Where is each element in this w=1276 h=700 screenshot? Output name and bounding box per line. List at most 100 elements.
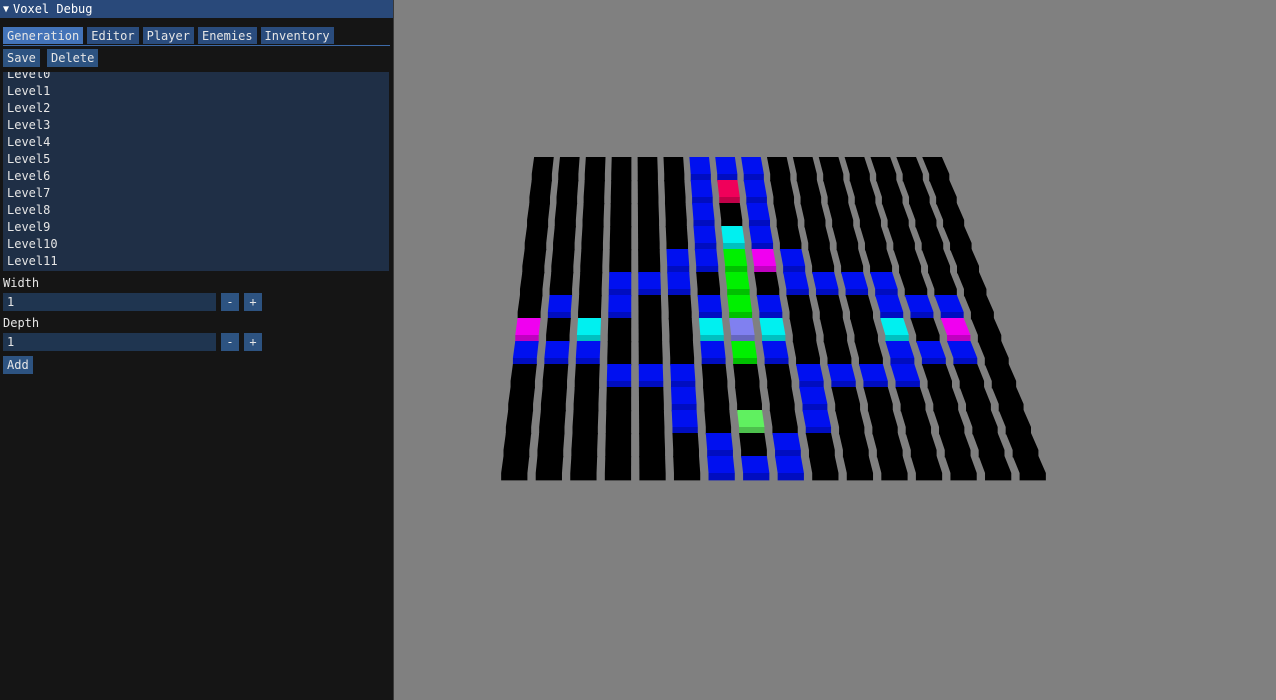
voxel-cube-11-12 bbox=[900, 410, 932, 427]
tab-editor[interactable]: Editor bbox=[87, 27, 139, 44]
voxel-cube-12-11 bbox=[872, 433, 903, 450]
level-item-9[interactable]: Level9 bbox=[3, 219, 389, 236]
collapse-triangle-icon[interactable]: ▼ bbox=[3, 4, 9, 15]
level-item-6[interactable]: Level6 bbox=[3, 168, 389, 185]
voxel-cube-2-5 bbox=[664, 203, 687, 220]
voxel-cube-0-5 bbox=[663, 157, 685, 174]
voxel-cube-1-8 bbox=[743, 180, 767, 197]
voxel-cube-13-15-front bbox=[1019, 473, 1046, 481]
voxel-cube-8-6 bbox=[700, 341, 726, 358]
voxel-cube-0-10 bbox=[792, 157, 817, 174]
voxel-cube-6-6 bbox=[697, 295, 722, 312]
voxel-cube-2-12 bbox=[854, 203, 881, 220]
voxel-cube-7-6 bbox=[698, 318, 724, 335]
voxel-cube-9-5 bbox=[670, 364, 696, 381]
add-button[interactable]: Add bbox=[3, 356, 33, 374]
voxel-cube-9-7 bbox=[733, 364, 760, 381]
level-item-8[interactable]: Level8 bbox=[3, 202, 389, 219]
voxel-cube-3-10 bbox=[804, 226, 830, 243]
voxel-cube-10-6 bbox=[703, 387, 730, 404]
voxel-cube-10-13 bbox=[927, 387, 959, 404]
tab-enemies[interactable]: Enemies bbox=[197, 27, 257, 44]
tab-inventory[interactable]: Inventory bbox=[260, 27, 334, 44]
depth-input[interactable]: 1 bbox=[3, 333, 216, 351]
level-item-2[interactable]: Level2 bbox=[3, 100, 389, 117]
voxel-cube-6-2 bbox=[578, 295, 602, 312]
delete-button[interactable]: Delete bbox=[47, 49, 99, 67]
voxel-cube-8-13 bbox=[916, 341, 946, 358]
voxel-cube-7-12 bbox=[880, 318, 909, 335]
voxel-cube-10-1 bbox=[540, 387, 568, 404]
voxel-cube-12-8 bbox=[772, 433, 801, 450]
voxel-cube-5-12 bbox=[870, 272, 898, 289]
voxel-cube-1-14 bbox=[902, 180, 930, 197]
depth-decrement-button[interactable]: - bbox=[221, 333, 239, 351]
voxel-cube-8-0 bbox=[512, 341, 539, 358]
panel-title: Voxel Debug bbox=[13, 2, 93, 16]
voxel-cube-6-1 bbox=[547, 295, 573, 312]
voxel-cube-5-7 bbox=[725, 272, 750, 289]
tab-player[interactable]: Player bbox=[142, 27, 194, 44]
voxel-grid-view[interactable] bbox=[395, 0, 1276, 700]
voxel-cube-2-15 bbox=[936, 203, 965, 220]
voxel-cube-13-5 bbox=[673, 456, 701, 473]
voxel-cube-12-5 bbox=[672, 433, 700, 450]
level-item-5[interactable]: Level5 bbox=[3, 151, 389, 168]
voxel-cube-0-12 bbox=[844, 157, 870, 174]
save-button[interactable]: Save bbox=[3, 49, 40, 67]
voxel-cube-2-13 bbox=[881, 203, 909, 220]
voxel-cube-5-5 bbox=[667, 272, 691, 289]
voxel-cube-11-0 bbox=[505, 410, 534, 427]
level-item-4[interactable]: Level4 bbox=[3, 134, 389, 151]
width-decrement-button[interactable]: - bbox=[221, 293, 239, 311]
voxel-cube-4-8 bbox=[751, 249, 777, 266]
level-item-7[interactable]: Level7 bbox=[3, 185, 389, 202]
voxel-cube-0-1 bbox=[558, 157, 580, 174]
voxel-cube-2-7 bbox=[719, 203, 743, 220]
voxel-cube-5-0 bbox=[519, 272, 545, 289]
voxel-cube-8-8 bbox=[761, 341, 789, 358]
voxel-cube-9-13 bbox=[921, 364, 952, 381]
tab-generation[interactable]: Generation bbox=[3, 27, 84, 44]
level-item-10[interactable]: Level10 bbox=[3, 236, 389, 253]
voxel-cube-13-10 bbox=[842, 456, 874, 473]
level-item-3[interactable]: Level3 bbox=[3, 117, 389, 134]
voxel-cube-5-13 bbox=[899, 272, 928, 289]
voxel-cube-6-3 bbox=[608, 295, 632, 312]
voxel-cube-13-5-front bbox=[673, 473, 701, 481]
voxel-cube-2-4 bbox=[637, 203, 660, 220]
voxel-cube-1-3 bbox=[610, 180, 632, 197]
depth-increment-button[interactable]: + bbox=[244, 333, 262, 351]
3d-viewport[interactable] bbox=[395, 0, 1276, 700]
voxel-cube-2-0 bbox=[527, 203, 551, 220]
voxel-cube-13-13 bbox=[944, 456, 977, 473]
voxel-cube-6-0 bbox=[517, 295, 543, 312]
width-increment-button[interactable]: + bbox=[244, 293, 262, 311]
voxel-cube-9-15 bbox=[984, 364, 1017, 381]
voxel-cube-11-15 bbox=[998, 410, 1032, 427]
voxel-cube-11-2 bbox=[572, 410, 599, 427]
panel-title-bar[interactable]: ▼ Voxel Debug bbox=[0, 0, 393, 18]
level-item-11[interactable]: Level11 bbox=[3, 253, 389, 270]
level-list[interactable]: Level0 Level1 Level2 Level3 Level4 Level… bbox=[3, 72, 389, 271]
voxel-cube-1-5 bbox=[664, 180, 686, 197]
voxel-cube-3-11 bbox=[832, 226, 859, 243]
voxel-cube-13-13-front bbox=[950, 473, 977, 481]
voxel-cube-13-1 bbox=[535, 456, 564, 473]
voxel-cube-2-1 bbox=[554, 203, 578, 220]
voxel-cube-11-3 bbox=[605, 410, 632, 427]
level-item-1[interactable]: Level1 bbox=[3, 83, 389, 100]
voxel-cube-1-9 bbox=[770, 180, 795, 197]
voxel-cube-12-3 bbox=[605, 433, 632, 450]
voxel-cube-8-2 bbox=[575, 341, 601, 358]
voxel-cube-10-5 bbox=[670, 387, 697, 404]
voxel-cube-10-3 bbox=[606, 387, 632, 404]
voxel-cube-4-12 bbox=[864, 249, 893, 266]
voxel-cube-12-14 bbox=[972, 433, 1005, 450]
voxel-cube-9-10 bbox=[827, 364, 856, 381]
voxel-cube-2-14 bbox=[909, 203, 937, 220]
voxel-cube-0-6 bbox=[689, 157, 711, 174]
voxel-cube-13-0 bbox=[501, 456, 530, 473]
width-input[interactable]: 1 bbox=[3, 293, 216, 311]
level-item-0[interactable]: Level0 bbox=[3, 72, 389, 83]
